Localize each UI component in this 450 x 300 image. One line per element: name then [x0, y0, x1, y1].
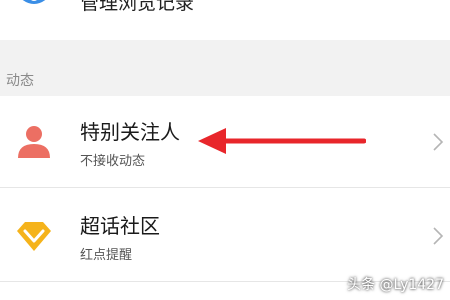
section-header: 动态	[0, 40, 450, 96]
super-topic-title: 超话社区	[80, 214, 160, 238]
special-follow-title: 特别关注人	[80, 120, 180, 144]
special-follow-subtitle: 不接收动态	[80, 154, 146, 169]
super-topic-row[interactable]: 超话社区 红点提醒	[0, 190, 450, 282]
chevron-right-icon	[433, 227, 444, 245]
section-title: 动态	[6, 73, 34, 89]
super-topic-subtitle: 红点提醒	[80, 248, 133, 263]
watermark: 头条 @Ly1427	[347, 277, 444, 293]
red-arrow-annotation	[198, 128, 366, 154]
row-divider	[0, 187, 450, 188]
eye-icon	[22, 0, 46, 4]
browsing-history-row[interactable]: 管理浏览记录	[0, 0, 450, 40]
diamond-icon	[17, 222, 51, 251]
person-icon	[18, 126, 50, 158]
chevron-right-icon	[433, 133, 444, 151]
browsing-history-label: 管理浏览记录	[80, 0, 195, 14]
